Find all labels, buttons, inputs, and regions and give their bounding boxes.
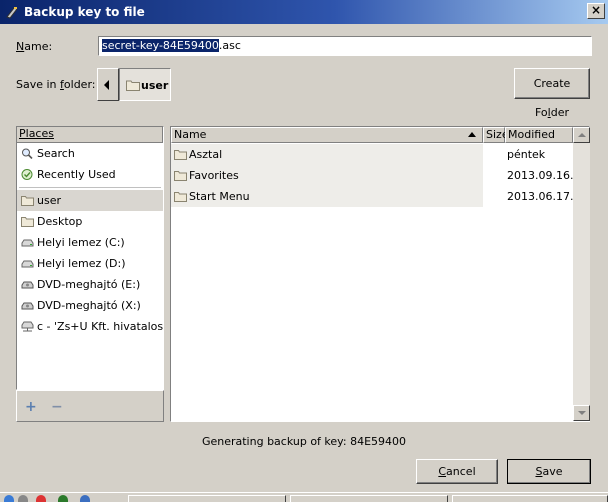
arrow-down-icon: [578, 411, 586, 415]
file-name: Asztal: [189, 148, 223, 161]
places-item-label: Desktop: [37, 215, 83, 228]
folder-icon: [126, 80, 140, 91]
window-title: Backup key to file: [24, 5, 145, 19]
name-label-mnemonic: N: [16, 40, 25, 53]
drive-icon: [21, 239, 34, 247]
tray-icon[interactable]: [4, 495, 14, 502]
taskbar-button[interactable]: [452, 495, 608, 502]
cancel-label: ancel: [446, 465, 476, 478]
places-item-label: Search: [37, 147, 75, 160]
places-item-dvd-e[interactable]: DVD-meghajtó (E:): [17, 274, 163, 295]
scroll-up-button[interactable]: [573, 127, 590, 143]
app-icon: [6, 7, 18, 19]
file-modified: péntek: [507, 148, 546, 161]
column-modified-label: Modified: [508, 128, 555, 141]
places-sidebar: Places Search Recently Used user Desktop…: [16, 126, 164, 390]
create-folder-label-post: der: [550, 106, 569, 119]
save-in-folder-label: Save in folder:: [16, 78, 95, 91]
file-list-scrollbar[interactable]: [573, 127, 590, 421]
file-name-cell: Asztal: [171, 144, 483, 165]
name-label-rest: ame:: [24, 40, 53, 53]
file-row-favorites[interactable]: Favorites 2013.09.16.: [171, 165, 573, 186]
folder-icon: [174, 192, 187, 202]
taskbar-button[interactable]: [128, 495, 286, 502]
name-label: Name:: [16, 40, 52, 53]
places-item-label: Helyi lemez (C:): [37, 236, 125, 249]
dvd-icon: [21, 302, 34, 310]
filename-input[interactable]: secret-key-84E59400.asc: [98, 36, 592, 56]
path-folder-label: user: [141, 79, 169, 92]
cancel-button[interactable]: Cancel: [416, 459, 498, 484]
remove-bookmark-button[interactable]: −: [51, 399, 63, 415]
file-list: Name Size Modified Asztal péntek Favorit…: [170, 126, 590, 422]
places-toolbar: + −: [16, 390, 164, 422]
filename-extension: .asc: [218, 39, 241, 52]
places-item-drive-d[interactable]: Helyi lemez (D:): [17, 253, 163, 274]
file-name-cell: Favorites: [171, 165, 483, 186]
file-name-cell: Start Menu: [171, 186, 483, 207]
taskbar-button[interactable]: [290, 495, 448, 502]
file-list-header: Name Size Modified: [171, 127, 573, 143]
filename-selected-text: secret-key-84E59400: [102, 39, 219, 52]
places-item-label: Helyi lemez (D:): [37, 257, 126, 270]
tray-icon[interactable]: [36, 495, 46, 502]
places-header-label: Places: [19, 127, 54, 140]
places-item-dvd-x[interactable]: DVD-meghajtó (X:): [17, 295, 163, 316]
file-modified: 2013.06.17.: [507, 190, 574, 203]
folder-icon: [21, 217, 34, 227]
places-item-user[interactable]: user: [17, 190, 163, 211]
places-item-label: Recently Used: [37, 168, 116, 181]
places-header[interactable]: Places: [17, 127, 163, 143]
places-item-label: user: [37, 194, 61, 207]
save-in-label-pre: Save in: [16, 78, 61, 91]
places-item-network-drive[interactable]: c - 'Zs+U Kft. hivatalos...: [17, 316, 163, 337]
title-bar: Backup key to file ×: [0, 0, 608, 24]
path-folder-button[interactable]: user: [119, 68, 171, 101]
folder-icon: [21, 196, 34, 206]
taskbar: [0, 492, 608, 502]
column-header-modified[interactable]: Modified: [505, 127, 573, 143]
file-row-asztal[interactable]: Asztal péntek: [171, 144, 573, 165]
file-modified: 2013.09.16.: [507, 169, 574, 182]
recent-icon: [21, 169, 33, 180]
places-item-drive-c[interactable]: Helyi lemez (C:): [17, 232, 163, 253]
search-icon: [22, 148, 33, 159]
save-label: ave: [542, 465, 563, 478]
column-header-size[interactable]: Size: [483, 127, 509, 143]
file-name: Start Menu: [189, 190, 250, 203]
scroll-down-button[interactable]: [573, 405, 590, 421]
create-folder-button[interactable]: Create Folder: [514, 68, 590, 119]
save-in-label-post: older:: [63, 78, 96, 91]
column-name-label: Name: [174, 128, 207, 141]
tray-icon[interactable]: [18, 495, 28, 502]
places-item-desktop[interactable]: Desktop: [17, 211, 163, 232]
status-message: Generating backup of key: 84E59400: [201, 435, 407, 448]
drive-icon: [21, 260, 34, 268]
path-back-button[interactable]: [97, 68, 119, 101]
tray-icon[interactable]: [80, 495, 90, 502]
tray-icon[interactable]: [58, 495, 68, 502]
close-button[interactable]: ×: [587, 3, 605, 19]
network-drive-icon: [21, 321, 34, 332]
sort-ascending-icon: [468, 132, 476, 137]
places-item-label: c - 'Zs+U Kft. hivatalos...: [37, 320, 163, 333]
add-bookmark-button[interactable]: +: [25, 399, 37, 415]
places-item-label: DVD-meghajtó (E:): [37, 278, 141, 291]
file-name: Favorites: [189, 169, 239, 182]
folder-icon: [174, 150, 187, 160]
save-button[interactable]: Save: [507, 459, 591, 484]
places-item-label: DVD-meghajtó (X:): [37, 299, 141, 312]
places-item-recently-used[interactable]: Recently Used: [17, 164, 163, 185]
arrow-up-icon: [578, 133, 586, 137]
places-item-search[interactable]: Search: [17, 143, 163, 164]
arrow-left-icon: [104, 80, 109, 90]
cancel-mnemonic: C: [438, 465, 447, 478]
file-row-start-menu[interactable]: Start Menu 2013.06.17.: [171, 186, 573, 207]
dvd-icon: [21, 281, 34, 289]
folder-icon: [174, 171, 187, 181]
column-header-name[interactable]: Name: [171, 127, 483, 143]
places-separator: [19, 187, 161, 188]
